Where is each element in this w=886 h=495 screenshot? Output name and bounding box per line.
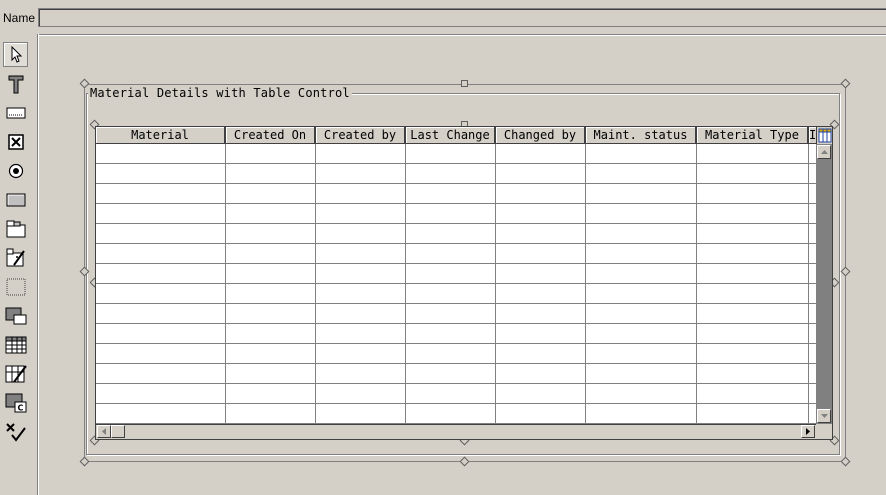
text-field-tool[interactable] <box>3 71 28 96</box>
table-control-tool-icon <box>5 336 26 353</box>
table-row-divider <box>96 223 816 224</box>
name-bar: Name <box>0 0 886 34</box>
table-column-divider <box>808 144 809 424</box>
tabstrip-tool[interactable] <box>3 216 28 241</box>
column-header[interactable]: Last Change <box>406 127 496 144</box>
table-column-divider <box>405 144 406 424</box>
pushbutton-tool-icon <box>6 193 25 206</box>
scroll-up-button[interactable] <box>817 145 831 159</box>
table-column-divider <box>315 144 316 424</box>
column-header[interactable]: Material Type <box>697 127 809 144</box>
box-tool-icon <box>6 278 25 295</box>
table-row-divider <box>96 243 816 244</box>
text-field-tool-icon <box>8 75 23 93</box>
pushbutton-tool[interactable] <box>3 187 28 212</box>
column-header[interactable]: Maint. status <box>586 127 697 144</box>
subscreen-tool-icon <box>5 307 26 324</box>
arrow-left-icon <box>102 428 106 435</box>
table-row-divider <box>96 183 816 184</box>
tabstrip-tool-icon <box>6 220 25 237</box>
column-header[interactable]: I <box>809 127 816 144</box>
name-label: Name <box>3 11 36 25</box>
custom-control-tool[interactable]: C <box>3 390 28 415</box>
table-row-divider <box>96 283 816 284</box>
column-header[interactable]: Material <box>96 127 226 144</box>
tabstrip-wizard-tool-icon <box>6 248 25 266</box>
table-settings-icon <box>818 128 832 143</box>
column-header[interactable]: Created by <box>316 127 406 144</box>
resize-handle[interactable] <box>840 456 851 467</box>
table-column-divider <box>495 144 496 424</box>
table-header: Material Created On Created by Last Chan… <box>96 127 816 144</box>
table-row-divider <box>96 303 816 304</box>
scroll-left-button[interactable] <box>97 425 111 438</box>
table-row-divider <box>96 203 816 204</box>
radio-button-tool-icon <box>8 163 23 178</box>
canvas-top-highlight <box>38 35 886 36</box>
table-row-divider <box>96 323 816 324</box>
table-row-divider <box>96 263 816 264</box>
custom-control-tool-icon: C <box>5 393 26 412</box>
table-row-divider <box>96 363 816 364</box>
arrow-down-icon <box>820 414 828 418</box>
arrow-up-icon <box>820 150 828 154</box>
pointer-tool[interactable] <box>3 42 28 67</box>
table-column-divider <box>225 144 226 424</box>
table-control-wizard-tool[interactable] <box>3 361 28 386</box>
tabstrip-wizard-tool[interactable] <box>3 245 28 270</box>
scrollbar-corner <box>816 424 832 439</box>
arrow-right-icon <box>806 428 810 435</box>
table-control-tool[interactable] <box>3 332 28 357</box>
column-header[interactable]: Created On <box>226 127 316 144</box>
palette-divider-highlight <box>38 34 39 495</box>
element-palette: C <box>0 36 34 495</box>
table-body[interactable] <box>96 144 816 424</box>
horizontal-scrollbar[interactable] <box>96 424 816 439</box>
status-icon-tool[interactable] <box>3 419 28 444</box>
scroll-right-button[interactable] <box>801 425 815 438</box>
table-row-divider <box>96 403 816 404</box>
input-field-tool[interactable] <box>3 100 28 125</box>
checkbox-tool[interactable] <box>3 129 28 154</box>
input-field-tool-icon <box>6 107 25 118</box>
column-header[interactable]: Changed by <box>496 127 586 144</box>
pointer-tool-icon <box>11 45 22 63</box>
table-column-divider <box>585 144 586 424</box>
table-row-divider <box>96 383 816 384</box>
scroll-down-button[interactable] <box>817 409 831 423</box>
scroll-thumb[interactable] <box>111 425 125 438</box>
svg-text:C: C <box>17 403 23 412</box>
name-input[interactable] <box>38 8 886 27</box>
table-column-divider <box>696 144 697 424</box>
table-control[interactable]: Material Created On Created by Last Chan… <box>95 126 833 440</box>
table-settings-button[interactable] <box>816 127 832 144</box>
table-control-wizard-tool-icon <box>5 364 27 383</box>
vertical-scrollbar[interactable] <box>816 144 832 424</box>
radio-button-tool[interactable] <box>3 158 28 183</box>
table-row-divider <box>96 163 816 164</box>
table-row-divider <box>96 343 816 344</box>
frame-title: Material Details with Table Control <box>88 86 352 100</box>
box-tool[interactable] <box>3 274 28 299</box>
status-icon-tool-icon <box>5 422 26 442</box>
checkbox-tool-icon <box>7 133 24 150</box>
resize-handle[interactable] <box>461 80 468 87</box>
subscreen-tool[interactable] <box>3 303 28 328</box>
